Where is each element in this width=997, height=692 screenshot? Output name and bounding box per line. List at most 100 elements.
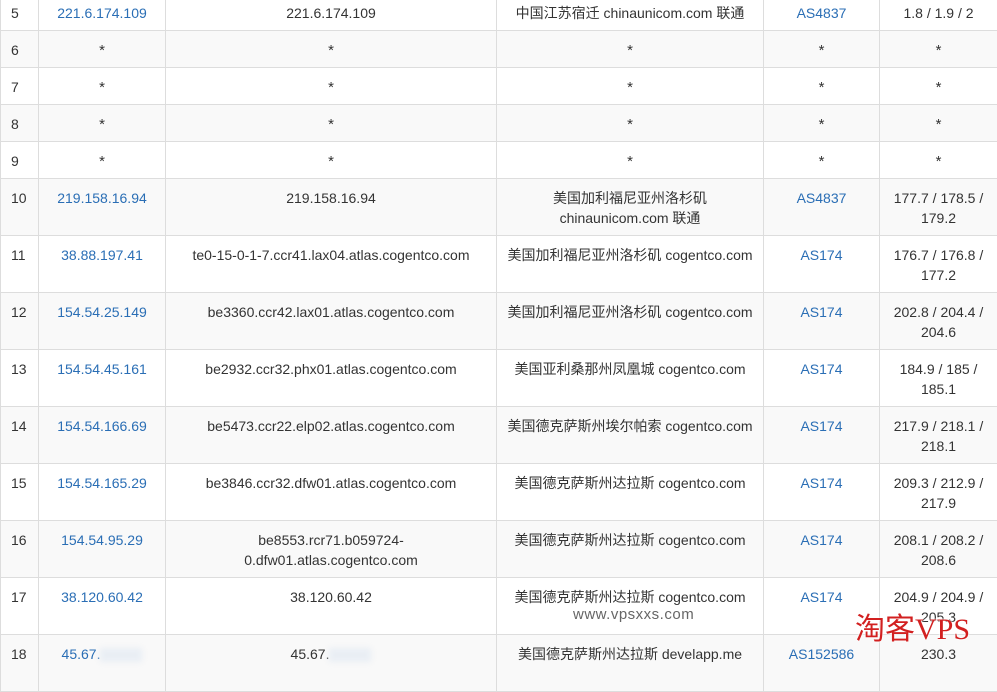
- rtt-text: 230.3: [921, 646, 956, 662]
- asn-text[interactable]: AS174: [800, 418, 842, 434]
- rtt-text: 184.9 / 185 / 185.1: [900, 361, 978, 397]
- location-cell: 中国江苏宿迁 chinaunicom.com 联通: [497, 0, 764, 31]
- ip-text[interactable]: 219.158.16.94: [57, 190, 147, 206]
- asn-text[interactable]: AS174: [800, 475, 842, 491]
- redacted-blur: [100, 648, 142, 662]
- ip-text[interactable]: 154.54.166.69: [57, 418, 147, 434]
- asn-text[interactable]: AS4837: [797, 190, 847, 206]
- asn-cell: *: [764, 142, 880, 179]
- location-text: 美国德克萨斯州达拉斯 cogentco.com: [514, 475, 745, 491]
- ip-cell: 38.120.60.42: [39, 578, 166, 635]
- ip-cell: *: [39, 105, 166, 142]
- asn-cell: *: [764, 105, 880, 142]
- ip-text[interactable]: 154.54.165.29: [57, 475, 147, 491]
- table-row: 9*****: [1, 142, 997, 179]
- table-row: 1738.120.60.4238.120.60.42美国德克萨斯州达拉斯 cog…: [1, 578, 997, 635]
- rtt-cell: 184.9 / 185 / 185.1: [880, 350, 997, 407]
- asn-text[interactable]: AS152586: [789, 646, 854, 662]
- asn-text[interactable]: AS174: [800, 361, 842, 377]
- hop-cell: 15: [1, 464, 39, 521]
- redacted-blur: [329, 648, 371, 662]
- timeout-star: *: [936, 42, 942, 59]
- rtt-cell: *: [880, 105, 997, 142]
- hop-text: 9: [11, 153, 19, 169]
- hostname-text: be2932.ccr32.phx01.atlas.cogentco.com: [205, 361, 456, 377]
- ip-text[interactable]: 38.120.60.42: [61, 589, 143, 605]
- asn-text[interactable]: AS174: [800, 532, 842, 548]
- timeout-star: *: [819, 116, 825, 133]
- location-cell: 美国德克萨斯州埃尔帕索 cogentco.com: [497, 407, 764, 464]
- asn-cell: AS174: [764, 293, 880, 350]
- hop-text: 17: [11, 589, 27, 605]
- asn-text[interactable]: AS174: [800, 304, 842, 320]
- traceroute-table: 5221.6.174.109221.6.174.109中国江苏宿迁 chinau…: [0, 0, 997, 692]
- hostname-cell: 221.6.174.109: [166, 0, 497, 31]
- asn-cell: AS174: [764, 350, 880, 407]
- location-cell: 美国德克萨斯州达拉斯 cogentco.com: [497, 521, 764, 578]
- hostname-cell: *: [166, 68, 497, 105]
- hostname-cell: 38.120.60.42: [166, 578, 497, 635]
- rtt-cell: 177.7 / 178.5 / 179.2: [880, 179, 997, 236]
- traceroute-table-body: 5221.6.174.109221.6.174.109中国江苏宿迁 chinau…: [1, 0, 997, 692]
- location-text: 美国亚利桑那州凤凰城 cogentco.com: [514, 361, 745, 377]
- asn-cell: AS174: [764, 407, 880, 464]
- hop-text: 6: [11, 42, 19, 58]
- ip-cell: 38.88.197.41: [39, 236, 166, 293]
- ip-cell: 154.54.25.149: [39, 293, 166, 350]
- hostname-text: 45.67.: [291, 646, 330, 662]
- table-row: 1845.67.45.67.美国德克萨斯州达拉斯 develapp.meAS15…: [1, 635, 997, 692]
- hop-cell: 7: [1, 68, 39, 105]
- ip-cell: 45.67.: [39, 635, 166, 692]
- ip-cell: 221.6.174.109: [39, 0, 166, 31]
- timeout-star: *: [328, 79, 334, 96]
- ip-text[interactable]: 45.67.: [62, 646, 101, 662]
- timeout-star: *: [819, 42, 825, 59]
- timeout-star: *: [627, 79, 633, 96]
- asn-cell: AS174: [764, 521, 880, 578]
- hop-text: 11: [11, 247, 26, 263]
- hop-cell: 17: [1, 578, 39, 635]
- location-text: 美国加利福尼亚州洛杉矶 cogentco.com: [507, 304, 752, 320]
- ip-cell: 154.54.166.69: [39, 407, 166, 464]
- location-text: 美国加利福尼亚州洛杉矶 cogentco.com: [507, 247, 752, 263]
- hop-text: 15: [11, 475, 27, 491]
- table-row: 13154.54.45.161be2932.ccr32.phx01.atlas.…: [1, 350, 997, 407]
- table-row: 15 154.54.165.29 be3846.ccr32.dfw01.atlas.…: [1, 464, 997, 521]
- watermark-url: www.vpsxxs.com: [573, 606, 694, 623]
- hostname-cell: be3846.ccr32.dfw01.atlas.cogentco.com: [166, 464, 497, 521]
- hostname-text: te0-15-0-1-7.ccr41.lax04.atlas.cogentco.…: [192, 247, 469, 263]
- location-cell: *: [497, 105, 764, 142]
- table-row: 6*****: [1, 31, 997, 68]
- asn-text[interactable]: AS4837: [797, 5, 847, 21]
- hostname-cell: be5473.ccr22.elp02.atlas.cogentco.com: [166, 407, 497, 464]
- timeout-star: *: [99, 116, 105, 133]
- timeout-star: *: [627, 42, 633, 59]
- ip-text[interactable]: 154.54.95.29: [61, 532, 143, 548]
- hostname-cell: be3360.ccr42.lax01.atlas.cogentco.com: [166, 293, 497, 350]
- rtt-text: 208.1 / 208.2 / 208.6: [894, 532, 984, 568]
- asn-cell: *: [764, 31, 880, 68]
- hop-cell: 14: [1, 407, 39, 464]
- asn-text[interactable]: AS174: [800, 247, 842, 263]
- ip-text[interactable]: 221.6.174.109: [57, 5, 147, 21]
- hop-text: 16: [11, 532, 27, 548]
- hostname-cell: be2932.ccr32.phx01.atlas.cogentco.com: [166, 350, 497, 407]
- ip-text[interactable]: 38.88.197.41: [61, 247, 143, 263]
- asn-cell: AS174: [764, 236, 880, 293]
- ip-cell: 154.54.95.29: [39, 521, 166, 578]
- timeout-star: *: [328, 42, 334, 59]
- timeout-star: *: [328, 116, 334, 133]
- asn-text[interactable]: AS174: [800, 589, 842, 605]
- ip-text[interactable]: 154.54.25.149: [57, 304, 147, 320]
- rtt-text: 177.7 / 178.5 / 179.2: [894, 190, 984, 226]
- rtt-cell: 208.1 / 208.2 / 208.6: [880, 521, 997, 578]
- rtt-cell: 176.7 / 176.8 / 177.2: [880, 236, 997, 293]
- hop-cell: 10: [1, 179, 39, 236]
- hop-cell: 11: [1, 236, 39, 293]
- hop-text: 12: [11, 304, 27, 320]
- ip-text[interactable]: 154.54.45.161: [57, 361, 147, 377]
- hop-cell: 12: [1, 293, 39, 350]
- location-cell: 美国加利福尼亚州洛杉矶 chinaunicom.com 联通: [497, 179, 764, 236]
- hop-cell: 16: [1, 521, 39, 578]
- hostname-cell: be8553.rcr71.b059724-0.dfw01.atlas.cogen…: [166, 521, 497, 578]
